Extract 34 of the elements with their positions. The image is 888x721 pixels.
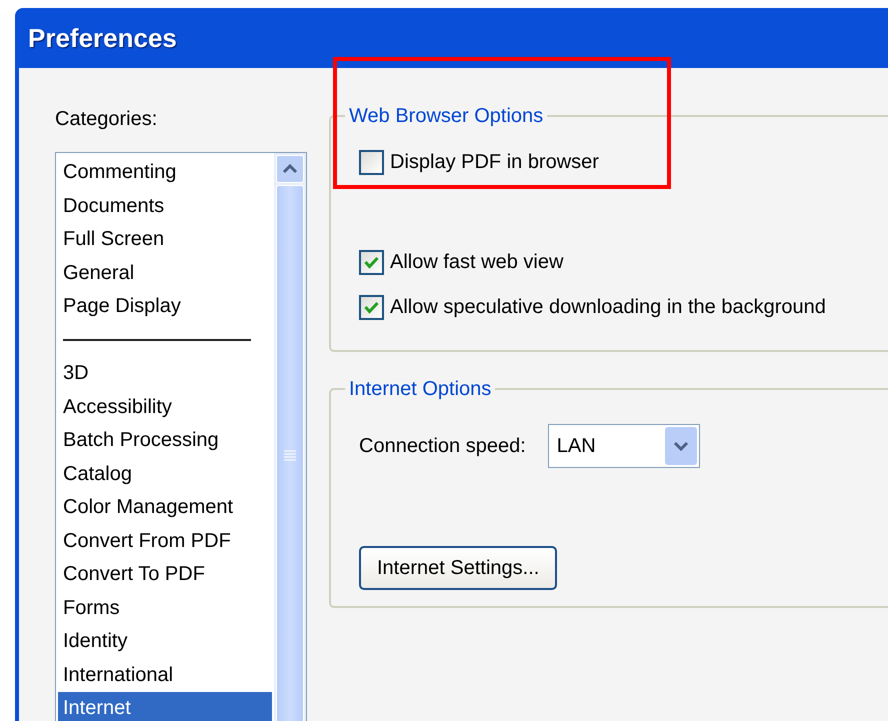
category-item[interactable]: Page Display — [58, 290, 272, 324]
category-item[interactable]: Convert From PDF — [58, 524, 272, 558]
category-item[interactable]: Full Screen — [58, 223, 272, 256]
checkbox[interactable] — [359, 294, 384, 320]
category-item[interactable]: Convert To PDF — [58, 558, 272, 592]
categories-label: Categories: — [55, 107, 158, 132]
checkbox[interactable] — [359, 250, 384, 274]
grip-icon — [283, 450, 297, 462]
category-item[interactable]: Color Management — [58, 491, 272, 524]
category-item[interactable]: Commenting — [58, 156, 272, 190]
category-item[interactable]: Catalog — [58, 458, 272, 491]
category-item[interactable]: Documents — [58, 190, 272, 223]
category-item[interactable]: Forms — [58, 592, 272, 625]
checkbox-label[interactable]: Allow speculative downloading in the background — [390, 292, 826, 322]
category-item[interactable]: Identity — [58, 625, 272, 658]
connection-speed-dropdown[interactable]: LAN — [548, 424, 700, 468]
checkbox-label[interactable]: Allow fast web view — [390, 247, 564, 277]
scroll-thumb[interactable] — [276, 185, 304, 721]
checkmark-icon — [364, 256, 379, 268]
window-title: Preferences — [28, 22, 177, 54]
checkbox-label[interactable]: Display PDF in browser — [390, 147, 599, 177]
category-item[interactable]: General — [58, 256, 272, 290]
scrollbar[interactable] — [274, 153, 306, 721]
category-item[interactable]: Internet — [58, 692, 272, 721]
category-item[interactable]: Batch Processing — [58, 424, 272, 458]
checkmark-icon — [364, 300, 379, 314]
scroll-up-button[interactable] — [276, 155, 304, 183]
checkbox[interactable] — [359, 150, 384, 174]
categories-list[interactable]: Commenting Documents Full Screen General Page Display 3D Accessibility Batch Processing Catalog Color Management Convert From PDF Convert To PDF Forms Identity International Internet — [55, 152, 307, 721]
internet-settings-button[interactable]: Internet Settings... — [359, 546, 558, 590]
category-item[interactable]: 3D — [58, 357, 272, 390]
category-item[interactable]: Accessibility — [58, 390, 272, 424]
connection-speed-label: Connection speed: — [359, 434, 526, 459]
category-item[interactable]: International — [58, 658, 272, 692]
